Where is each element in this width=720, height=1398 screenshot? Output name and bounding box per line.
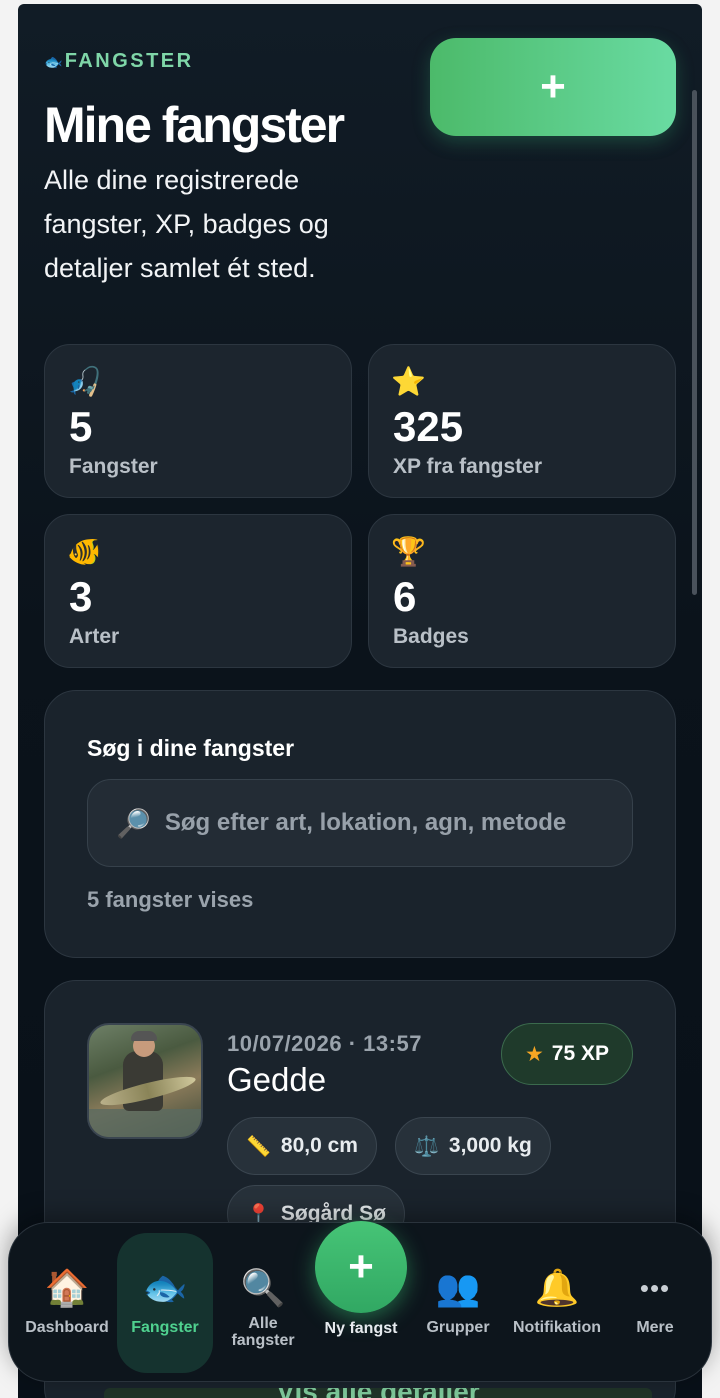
new-catch-fab[interactable]: + xyxy=(315,1221,407,1313)
stat-value: 3 xyxy=(69,573,93,620)
xp-badge: ★ 75 XP xyxy=(501,1023,633,1085)
stat-value: 5 xyxy=(69,403,93,450)
search-box[interactable]: 🔎 xyxy=(87,779,633,867)
star-icon: ★ xyxy=(524,1042,544,1066)
bottom-nav: 🏠 Dashboard 🐟 Fangster 🔍 Alle fangster +… xyxy=(8,1221,712,1383)
scale-icon: ⚖️ xyxy=(414,1135,439,1158)
stat-card-badges: 🏆 6 Badges xyxy=(368,514,676,668)
catch-photo[interactable] xyxy=(87,1023,203,1139)
length-value: 80,0 cm xyxy=(280,1134,358,1157)
stat-card-catches: 🎣 5 Fangster xyxy=(44,344,352,498)
fish-icon: 🐟 xyxy=(44,53,63,71)
weight-chip: ⚖️ 3,000 kg xyxy=(395,1117,551,1175)
nav-label: Mere xyxy=(636,1319,674,1336)
weight-value: 3,000 kg xyxy=(448,1134,532,1157)
length-chip: 📏 80,0 cm xyxy=(227,1117,377,1175)
bell-icon: 🔔 xyxy=(534,1267,580,1308)
nav-item-dashboard[interactable]: 🏠 Dashboard xyxy=(17,1223,117,1383)
stat-label: Badges xyxy=(393,625,469,648)
catch-species: Gedde xyxy=(227,1061,327,1098)
page-subtitle: Alle dine registrerede fangster, XP, bad… xyxy=(44,165,329,283)
star-icon: ⭐ xyxy=(391,366,426,397)
nav-label: Notifikation xyxy=(513,1319,601,1336)
nav-item-notifications[interactable]: 🔔 Notifikation xyxy=(503,1223,611,1383)
nav-item-all-catches[interactable]: 🔍 Alle fangster xyxy=(215,1223,311,1383)
add-catch-button[interactable]: + xyxy=(430,38,676,136)
nav-item-fangster[interactable]: 🐟 Fangster xyxy=(117,1223,213,1383)
search-icon: 🔎 xyxy=(116,807,151,839)
brand: 🐟 FANGSTER xyxy=(44,50,194,73)
search-card: Søg i dine fangster 🔎 5 fangster vises xyxy=(44,690,676,958)
page-title: Mine fangster xyxy=(44,97,345,153)
stat-value: 6 xyxy=(393,573,417,620)
trophy-icon: 🏆 xyxy=(391,536,426,567)
nav-item-more[interactable]: ••• Mere xyxy=(615,1223,695,1383)
search-heading: Søg i dine fangster xyxy=(87,735,295,761)
stat-label: Fangster xyxy=(69,455,158,478)
stat-card-species: 🐠 3 Arter xyxy=(44,514,352,668)
nav-label: Dashboard xyxy=(25,1319,109,1336)
brand-name: FANGSTER xyxy=(64,50,194,72)
nav-item-groups[interactable]: 👥 Grupper xyxy=(413,1223,503,1383)
more-dots-icon: ••• xyxy=(639,1273,671,1303)
people-icon: 👥 xyxy=(435,1267,481,1308)
magnifier-icon: 🔍 xyxy=(240,1267,286,1308)
details-button[interactable]: Vis alle detaljer xyxy=(104,1388,652,1398)
new-catch-label[interactable]: Ny fangst xyxy=(309,1320,413,1338)
result-count: 5 fangster vises xyxy=(87,887,254,912)
app-screen: 🐟 FANGSTER + Mine fangster Alle dine reg… xyxy=(18,4,702,1398)
stat-label: Arter xyxy=(69,625,120,648)
nav-label: Fangster xyxy=(131,1319,199,1336)
nav-label: Grupper xyxy=(426,1319,490,1336)
fish-icon: 🐟 xyxy=(142,1267,188,1308)
scrollbar[interactable] xyxy=(692,90,697,595)
stat-value: 325 xyxy=(393,403,464,450)
stat-label: XP fra fangster xyxy=(393,455,542,478)
fishing-rod-icon: 🎣 xyxy=(67,366,102,397)
stat-card-xp: ⭐ 325 XP fra fangster xyxy=(368,344,676,498)
details-button-label: Vis alle detaljer xyxy=(104,1388,652,1398)
xp-value: 75 XP xyxy=(551,1042,610,1065)
house-icon: 🏠 xyxy=(44,1267,90,1308)
ruler-icon: 📏 xyxy=(246,1135,271,1158)
tropical-fish-icon: 🐠 xyxy=(67,536,102,567)
catch-datetime: 10/07/2026 · 13:57 xyxy=(227,1031,422,1056)
nav-label: Alle fangster xyxy=(231,1315,295,1349)
search-input[interactable] xyxy=(164,809,605,837)
